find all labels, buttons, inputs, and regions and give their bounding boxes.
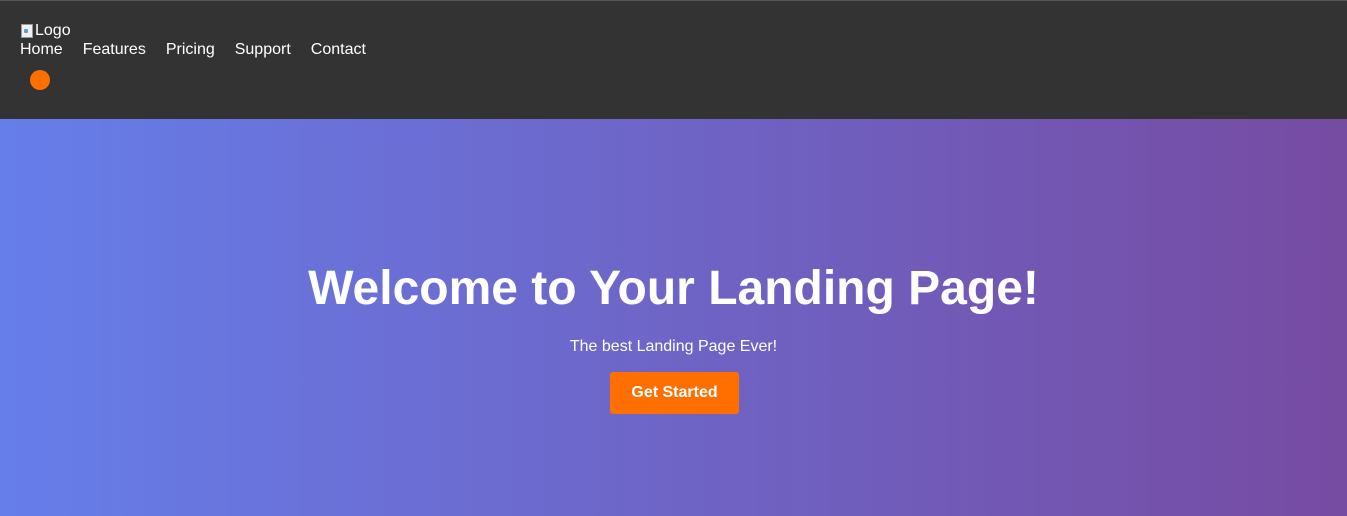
nav-item-support[interactable]: Support — [235, 41, 291, 59]
broken-image-icon — [20, 23, 34, 39]
site-header: Logo Home Features Pricing Support Conta… — [0, 0, 1347, 119]
nav-item-home[interactable]: Home — [20, 41, 63, 59]
get-started-button[interactable]: Get Started — [610, 372, 739, 414]
nav-item-contact[interactable]: Contact — [311, 41, 366, 59]
nav-item-features[interactable]: Features — [83, 41, 146, 59]
hero-subtitle: The best Landing Page Ever! — [569, 338, 778, 355]
hero-section: Welcome to Your Landing Page! The best L… — [0, 119, 1347, 516]
logo[interactable]: Logo — [20, 22, 71, 40]
hero-title: Welcome to Your Landing Page! — [308, 262, 1039, 315]
nav-item-pricing[interactable]: Pricing — [166, 41, 215, 59]
orange-dot-icon — [30, 70, 50, 90]
logo-alt-text: Logo — [35, 22, 71, 39]
main-nav: Home Features Pricing Support Contact — [20, 41, 366, 59]
